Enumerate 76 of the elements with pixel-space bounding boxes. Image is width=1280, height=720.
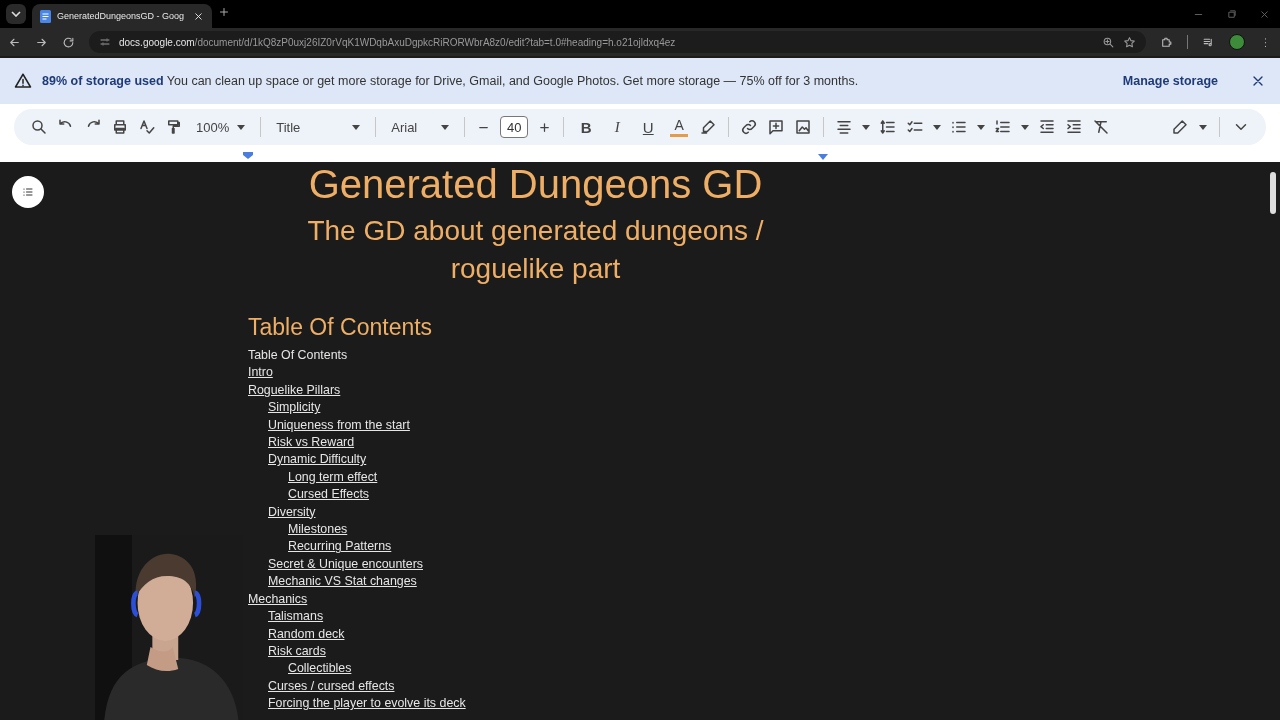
caret-icon[interactable]: [1021, 124, 1030, 130]
font-size-field[interactable]: 40: [500, 116, 529, 138]
chevron-down-icon[interactable]: [11, 11, 21, 17]
tab-search-button[interactable]: [6, 4, 26, 24]
close-icon[interactable]: [193, 10, 204, 22]
toc-entry[interactable]: Curses / cursed effects: [268, 677, 395, 696]
toc-entry[interactable]: Table Of Contents: [248, 347, 348, 365]
toc-entry[interactable]: Mechanics: [248, 590, 308, 609]
toc-entry[interactable]: Uniqueness from the start: [268, 416, 410, 435]
browser-tab[interactable]: GeneratedDungeonsGD - Goog: [32, 4, 212, 28]
toc-entry[interactable]: Risk vs Reward: [268, 434, 355, 452]
toc-entry[interactable]: Dynamic Difficulty: [268, 451, 367, 469]
caret-icon[interactable]: [352, 124, 361, 130]
toc-entry[interactable]: Recurring Patterns: [288, 538, 392, 556]
extensions-icon[interactable]: [1160, 35, 1173, 49]
toc-entry[interactable]: Long term effect: [288, 468, 378, 487]
manage-storage-link[interactable]: Manage storage: [1116, 70, 1224, 92]
toc-entry[interactable]: Mechanic VS Stat changes: [268, 573, 417, 591]
underline-button[interactable]: U: [637, 118, 660, 136]
image-icon[interactable]: [794, 118, 813, 136]
text-color-button[interactable]: A: [668, 117, 691, 137]
font-dropdown[interactable]: Arial: [387, 117, 454, 137]
toc-entry[interactable]: Milestones: [288, 521, 348, 539]
indent-marker-icon[interactable]: [818, 154, 828, 160]
document-title: Generated Dungeons GD: [307, 162, 764, 206]
storage-message: 89% of storage used You can clean up space or get more storage for Drive, Gmail, and Google Photos. Get more storage — 75% off for 3 months.: [42, 74, 860, 88]
add-comment-icon[interactable]: [767, 118, 786, 136]
document-icon: [40, 9, 51, 23]
style-dropdown[interactable]: Title: [272, 117, 365, 137]
caret-icon[interactable]: [862, 124, 871, 130]
caret-icon[interactable]: [441, 124, 450, 130]
toc-entry[interactable]: Talismans: [268, 608, 324, 626]
warning-icon: [14, 72, 32, 90]
italic-button[interactable]: I: [606, 118, 629, 136]
toc-entry[interactable]: Intro: [248, 364, 273, 382]
highlighter-icon[interactable]: [699, 118, 718, 136]
spellcheck-icon[interactable]: [138, 118, 156, 136]
toc-entry[interactable]: Diversity: [268, 503, 316, 522]
toc-entry[interactable]: Secret & Unique encounters: [268, 555, 423, 574]
bold-button[interactable]: B: [575, 118, 598, 136]
decrease-indent-icon[interactable]: [1038, 118, 1057, 136]
toc-entry[interactable]: Random deck: [268, 625, 345, 643]
star-icon[interactable]: [1123, 35, 1136, 49]
heading: Table Of Contents: [248, 314, 434, 341]
document-subtitle: The GD about generated dungeons / roguelike part: [306, 214, 765, 286]
toc-entry[interactable]: Roguelike Pillars: [248, 381, 341, 400]
toc-entry[interactable]: Simplicity: [268, 399, 321, 417]
toc-entry[interactable]: Cursed Effects: [288, 486, 370, 504]
pencil-icon[interactable]: [1171, 118, 1189, 136]
zoom-icon[interactable]: [1102, 35, 1115, 49]
clear-formatting-icon[interactable]: [1092, 118, 1111, 136]
line-spacing-icon[interactable]: [879, 118, 898, 136]
caret-icon[interactable]: [977, 124, 986, 130]
new-tab-icon[interactable]: [218, 6, 230, 18]
toc-entry[interactable]: Forcing the player to evolve its deck: [268, 695, 466, 713]
indent-marker-icon[interactable]: [243, 152, 253, 159]
outline-button[interactable]: [12, 176, 44, 208]
increase-indent-icon[interactable]: [1065, 118, 1084, 136]
search-icon[interactable]: [30, 118, 48, 136]
align-center-icon[interactable]: [835, 118, 854, 136]
caret-icon[interactable]: [933, 124, 942, 130]
zoom-dropdown[interactable]: 100%: [192, 117, 250, 137]
reload-icon[interactable]: [62, 35, 75, 49]
toc-entry[interactable]: Collectibles: [288, 660, 352, 678]
url-text: docs.google.com/document/d/1kQ8zP0uxj26IZ0rVqK1WDqbAxuDgpkcRiRORWbrA8z0/edit?tab=t.0#heading=h.o21ojldxq4ez: [119, 36, 676, 48]
caret-icon[interactable]: [1199, 124, 1207, 130]
address-bar[interactable]: docs.google.com/document/d/1kQ8zP0uxj26IZ0rVqK1WDqbAxuDgpkcRiRORWbrA8z0/edit?tab=t.0#heading=h.o21ojldxq4ez: [89, 31, 1146, 53]
print-icon[interactable]: [111, 118, 129, 136]
paint-format-icon[interactable]: [165, 118, 183, 136]
toc-entry[interactable]: Risk cards: [268, 642, 326, 661]
caret-icon[interactable]: [237, 124, 246, 130]
link-icon[interactable]: [740, 118, 759, 136]
profile-avatar[interactable]: [1229, 34, 1245, 50]
scrollbar-thumb[interactable]: [1270, 172, 1276, 214]
site-settings-icon[interactable]: [99, 36, 111, 48]
tab-title: GeneratedDungeonsGD - Goog: [57, 11, 186, 21]
